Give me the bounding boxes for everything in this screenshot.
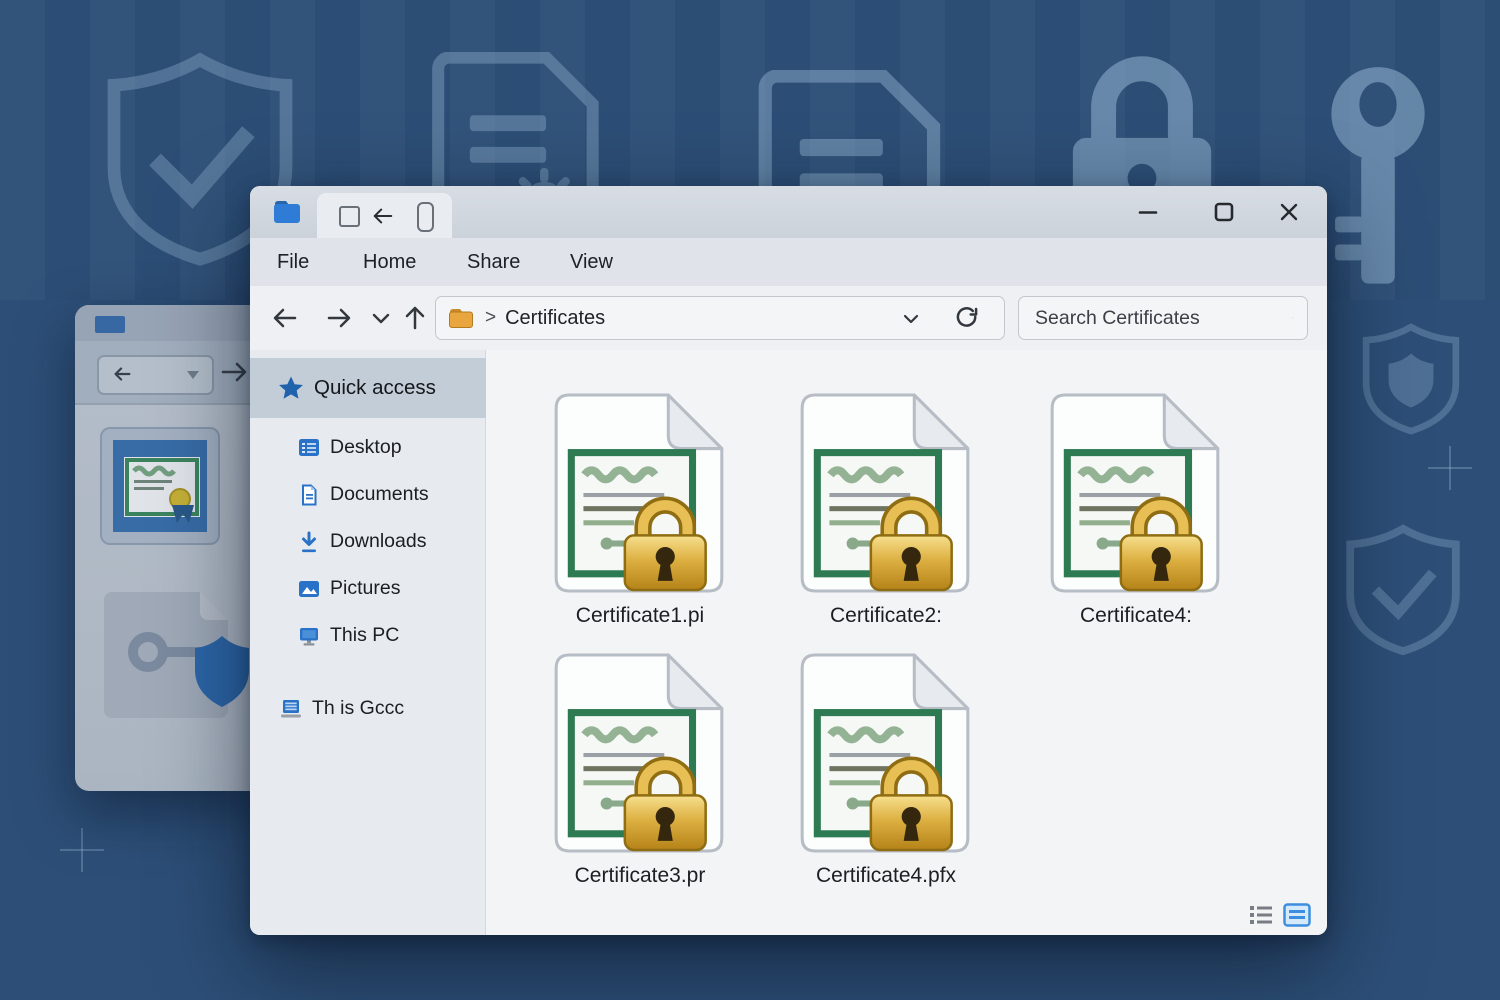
quick-access-toolbar: [317, 193, 452, 238]
desktop: File Home Share View >: [0, 0, 1500, 1000]
pictures-icon: [298, 578, 320, 600]
bg-shield-check-icon: [1343, 514, 1463, 666]
menu-view[interactable]: View: [570, 238, 613, 286]
navigation-bar: > Certificates: [250, 286, 1327, 351]
file-name: Certificate3.pr: [535, 864, 745, 888]
file-item[interactable]: Certificate4:: [1031, 392, 1241, 628]
file-name: Certificate2:: [781, 604, 991, 628]
dropdown-arrow-icon: [186, 370, 200, 380]
certificate-lock-icon: [554, 652, 726, 854]
computer-icon: [280, 698, 302, 720]
file-explorer-window: File Home Share View >: [250, 186, 1327, 935]
refresh-icon[interactable]: [954, 306, 980, 332]
document-icon: [298, 484, 320, 506]
sidebar-item-pictures[interactable]: Pictures: [250, 565, 486, 612]
bg-key-icon: [1322, 56, 1434, 306]
file-item[interactable]: Certificate2:: [781, 392, 991, 628]
sidebar-item-desktop[interactable]: Desktop: [250, 424, 486, 471]
tab-square-icon[interactable]: [339, 206, 360, 227]
background-window-divider: [75, 403, 275, 405]
certificate-lock-icon: [1050, 392, 1222, 594]
sidebar-item-label: This PC: [330, 624, 399, 647]
certificate-lock-icon: [554, 392, 726, 594]
file-name: Certificate4:: [1031, 604, 1241, 628]
maximize-icon: [1212, 200, 1236, 224]
sidebar-item-label: Quick access: [314, 376, 436, 400]
file-item[interactable]: Certificate4.pfx: [781, 652, 991, 888]
sidebar-item-downloads[interactable]: Downloads: [250, 518, 486, 565]
file-item[interactable]: Certificate3.pr: [535, 652, 745, 888]
menu-bar: File Home Share View: [250, 238, 1327, 287]
background-window: [75, 305, 275, 791]
maximize-button[interactable]: [1196, 186, 1252, 238]
framed-certificate-icon[interactable]: [100, 427, 220, 549]
menu-file[interactable]: File: [277, 238, 309, 286]
minimize-button[interactable]: [1120, 186, 1176, 238]
address-folder-icon: [448, 307, 474, 329]
address-bar[interactable]: > Certificates: [435, 296, 1005, 340]
bg-shield-badge-icon: [1360, 306, 1462, 452]
sidebar-item-documents[interactable]: Documents: [250, 471, 486, 518]
breadcrumb-separator: >: [485, 307, 496, 329]
bg-cross-mark: [1428, 446, 1472, 490]
file-list-area: Certificate1.pi Certificate2: Certificat…: [486, 350, 1327, 935]
search-box: [1018, 296, 1308, 340]
list-view-icon[interactable]: [1249, 904, 1273, 926]
sidebar-item-label: Documents: [330, 483, 429, 506]
history-combobox[interactable]: [97, 355, 214, 395]
file-item[interactable]: Certificate1.pi: [535, 392, 745, 628]
breadcrumb-location[interactable]: Certificates: [505, 307, 605, 330]
sidebar-item-device[interactable]: Th is Gccc: [250, 685, 486, 732]
file-name: Certificate1.pi: [535, 604, 745, 628]
sidebar-item-label: Downloads: [330, 530, 426, 553]
minimize-icon: [1137, 201, 1159, 223]
this-pc-icon: [298, 625, 320, 647]
search-input[interactable]: [1019, 307, 1286, 330]
search-icon[interactable]: [1292, 307, 1293, 329]
background-window-titlebar: [75, 305, 275, 341]
close-icon: [1278, 201, 1300, 223]
sidebar: Quick access Desktop: [250, 350, 486, 935]
title-bar: [250, 186, 1327, 238]
address-dropdown-chevron-icon[interactable]: [903, 314, 919, 325]
back-button[interactable]: [272, 305, 298, 331]
background-window-toolbar: [75, 341, 275, 403]
app-folder-icon: [272, 198, 302, 225]
certificate-lock-icon: [800, 392, 972, 594]
sidebar-item-label: Pictures: [330, 577, 400, 600]
close-button[interactable]: [1261, 186, 1317, 238]
sidebar-item-label: Th is Gccc: [312, 697, 404, 720]
menu-home[interactable]: Home: [363, 238, 416, 286]
recent-locations-chevron-icon[interactable]: [372, 313, 390, 325]
menu-share[interactable]: Share: [467, 238, 520, 286]
tab-panel-icon[interactable]: [417, 202, 434, 232]
window-body: Quick access Desktop: [250, 350, 1327, 935]
back-arrow-icon: [111, 363, 133, 385]
background-window-title-block: [95, 316, 125, 333]
forward-arrow-icon[interactable]: [220, 359, 248, 385]
file-name: Certificate4.pfx: [781, 864, 991, 888]
certificate-lock-icon: [800, 652, 972, 854]
download-icon: [298, 531, 320, 553]
thumbnail-view-icon[interactable]: [1283, 903, 1311, 927]
desktop-icon: [298, 437, 320, 459]
bg-cross-mark: [60, 828, 104, 872]
sidebar-item-quick-access[interactable]: Quick access: [250, 358, 486, 418]
sidebar-item-label: Desktop: [330, 436, 402, 459]
view-toggles: [1249, 903, 1311, 927]
star-icon: [278, 375, 304, 401]
key-document-shield-icon[interactable]: [100, 588, 252, 722]
tab-back-arrow-icon[interactable]: [371, 205, 395, 227]
forward-button[interactable]: [326, 305, 352, 331]
sidebar-item-this-pc[interactable]: This PC: [250, 612, 486, 659]
up-button[interactable]: [402, 305, 428, 331]
